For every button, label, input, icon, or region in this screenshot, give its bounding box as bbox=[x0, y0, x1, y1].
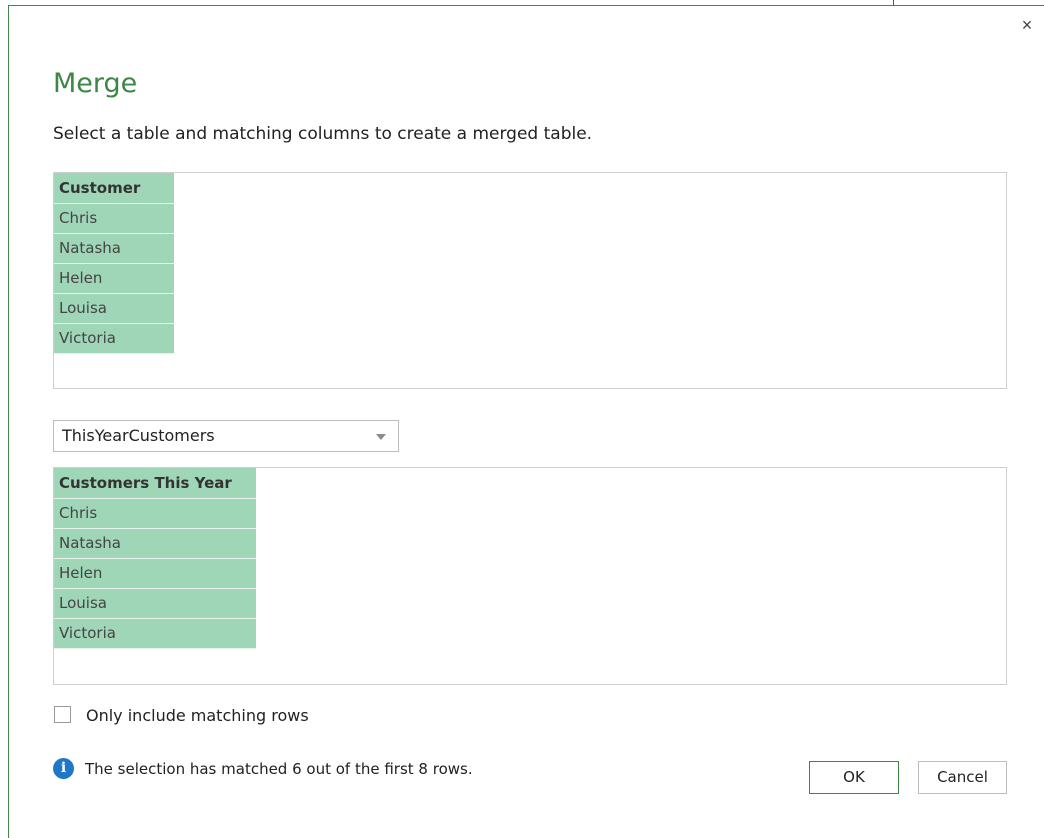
second-table-select[interactable]: ThisYearCustomers bbox=[53, 420, 399, 452]
second-table-preview: Customers This Year Chris Natasha Helen … bbox=[53, 467, 1007, 685]
only-matching-rows-checkbox[interactable] bbox=[54, 706, 71, 723]
column-header-customers-this-year[interactable]: Customers This Year bbox=[54, 468, 256, 499]
close-icon[interactable]: × bbox=[1018, 16, 1036, 34]
second-table-grid: Customers This Year Chris Natasha Helen … bbox=[54, 468, 256, 649]
only-matching-rows-label[interactable]: Only include matching rows bbox=[86, 706, 309, 725]
dialog-subtitle: Select a table and matching columns to c… bbox=[53, 124, 593, 144]
table-row[interactable]: Victoria bbox=[54, 323, 174, 354]
first-table-preview: Customer Chris Natasha Helen Louisa Vict… bbox=[53, 172, 1007, 389]
info-icon: i bbox=[53, 758, 74, 779]
ok-button[interactable]: OK bbox=[809, 761, 899, 794]
cancel-button[interactable]: Cancel bbox=[918, 761, 1007, 794]
match-status-message: The selection has matched 6 out of the f… bbox=[85, 760, 473, 778]
second-table-select-value: ThisYearCustomers bbox=[62, 426, 215, 445]
column-header-customer[interactable]: Customer bbox=[54, 173, 174, 204]
first-table-grid: Customer Chris Natasha Helen Louisa Vict… bbox=[54, 173, 174, 354]
table-row[interactable]: Chris bbox=[54, 203, 174, 234]
table-row[interactable]: Natasha bbox=[54, 528, 256, 559]
table-row[interactable]: Helen bbox=[54, 263, 174, 294]
table-row[interactable]: Natasha bbox=[54, 233, 174, 264]
table-row[interactable]: Louisa bbox=[54, 588, 256, 619]
dialog-title: Merge bbox=[53, 68, 138, 99]
table-row[interactable]: Louisa bbox=[54, 293, 174, 324]
table-row[interactable]: Helen bbox=[54, 558, 256, 589]
table-row[interactable]: Victoria bbox=[54, 618, 256, 649]
chevron-down-icon bbox=[376, 434, 386, 440]
table-row[interactable]: Chris bbox=[54, 498, 256, 529]
